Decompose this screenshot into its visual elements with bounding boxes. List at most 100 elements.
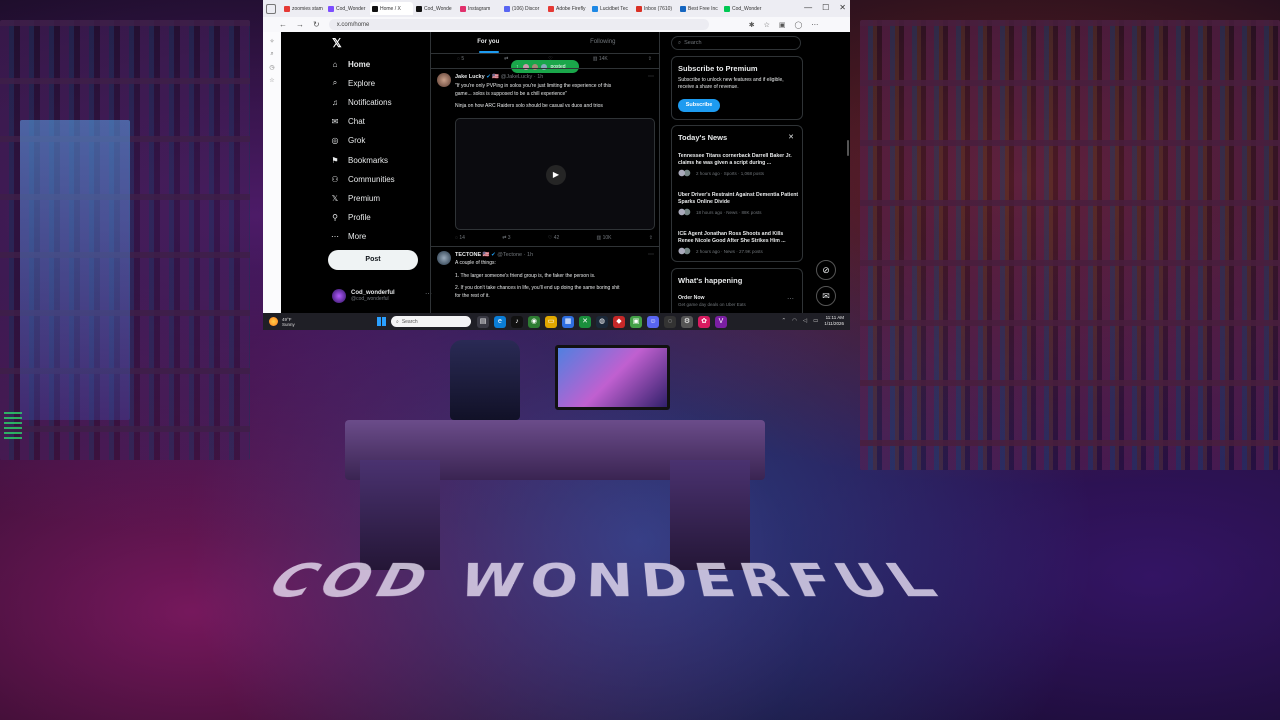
app-purple-icon[interactable]: V [715,315,727,328]
extensions-icon[interactable]: ✱ [749,21,755,29]
reply-button[interactable]: ◌ 5 [457,56,464,62]
favorites-icon[interactable]: ☆ [764,21,770,29]
tweet-author-name[interactable]: Jake Lucky [455,74,485,80]
clock[interactable]: 11:11 AM 1/11/2026 [824,315,844,327]
app-pink-icon[interactable]: ✿ [698,315,710,328]
messages-icon[interactable]: ✉ [816,286,836,306]
share-icon[interactable]: ⇪ [649,235,653,241]
xbox-icon[interactable]: ✕ [579,315,591,328]
share-icon[interactable]: ⇪ [648,56,652,62]
tweet[interactable]: Jake Lucky ✔ 🇺🇸 @JakeLucky · 1h ⋯ "If yo… [431,68,660,248]
nav-item-notifications[interactable]: ♫ Notifications [328,94,392,110]
more-icon[interactable]: ⋯ [648,251,654,258]
discord-icon[interactable]: ☺ [647,315,659,328]
x-logo-icon[interactable]: 𝕏 [332,36,342,50]
like-button[interactable]: ♡ 42 [548,235,559,241]
account-switcher[interactable]: Cod_wonderful @cod_wonderful ⋯ [332,286,432,306]
nav-item-premium[interactable]: 𝕏 Premium [328,190,380,206]
profile-icon[interactable]: ◯ [794,21,802,29]
taskbar-search[interactable]: ⌕ Search [391,316,471,327]
files-icon[interactable]: ▤ [477,315,489,328]
tab-following[interactable]: Following [546,32,661,53]
timeline: For you Following ◌ 5 ⇄ ♡ ▥ 14K ⇪ ↑ post… [430,32,660,313]
repost-button[interactable]: ⇄ [504,56,508,62]
sidebar-copilot-icon[interactable]: ✧ [263,38,281,45]
tweet-time[interactable]: 1h [527,252,533,258]
nav-item-more[interactable]: ⋯ More [328,229,366,245]
nav-item-profile[interactable]: ⚲ Profile [328,210,371,226]
close-icon[interactable]: ✕ [788,133,794,141]
back-icon[interactable]: ← [279,20,287,29]
browser-tab[interactable]: Best Free Inc [678,2,721,15]
battery-icon[interactable]: ▭ [813,318,818,324]
close-icon[interactable]: ✕ [839,3,846,12]
play-icon[interactable]: ▶ [546,165,566,185]
more-icon[interactable]: ⋯ [648,73,654,80]
forward-icon[interactable]: → [296,20,304,29]
browser-tab[interactable]: Home / X [370,2,413,15]
browser-tab[interactable]: Instagram [458,2,501,15]
tab-for-you[interactable]: For you [431,32,546,53]
news-item[interactable]: Uber Driver's Restraint Against Dementia… [678,192,800,216]
tweet[interactable]: TECTONE 🇺🇸 ✔ @Tectone · 1h ⋯ A couple of… [431,246,660,313]
browser-tab[interactable]: Lucidbet Tec [590,2,633,15]
browser-tab[interactable]: Cod_Wonde [414,2,457,15]
scrollbar[interactable] [847,140,849,156]
chevron-up-icon[interactable]: ⌃ [781,318,786,324]
nav-item-home[interactable]: ⌂ Home [328,56,371,72]
browser-tab[interactable]: Cod_Wonder [722,2,765,15]
windows-start-icon[interactable] [377,317,386,326]
avatar[interactable] [437,251,451,265]
edge-icon[interactable]: e [494,315,506,328]
browser-tab[interactable]: Cod_Wonder [326,2,369,15]
settings-icon[interactable]: ⚙ [681,315,693,328]
news-item[interactable]: Tennessee Titans cornerback Darrell Bake… [678,153,800,177]
reply-button[interactable]: ◌ 14 [455,235,465,241]
browser-menu-icon[interactable]: ⋯ [811,21,818,29]
chrome-icon[interactable]: ◉ [528,315,540,328]
views-button[interactable]: ▥ 14K [593,56,608,62]
volume-icon[interactable]: ◁ [803,318,807,324]
tweet-time[interactable]: 1h [537,74,543,80]
app-red-icon[interactable]: ◆ [613,315,625,328]
browser-tab[interactable]: zoomies stam [282,2,325,15]
avatar[interactable] [437,73,451,87]
nav-item-grok[interactable]: ◎ Grok [328,133,366,149]
tab-actions-icon[interactable] [266,3,276,14]
steam-icon[interactable]: ◍ [596,315,608,328]
tweet-author-name[interactable]: TECTONE [455,252,481,258]
nav-item-communities[interactable]: ⚇ Communities [328,171,394,187]
post-button[interactable]: Post [328,250,418,270]
views-button[interactable]: ▥ 10K [597,235,612,241]
folder-icon[interactable]: ▭ [545,315,557,328]
browser-tab[interactable]: Inbox (7610) [634,2,677,15]
browser-tab[interactable]: Adobe Firefly [546,2,589,15]
store-icon[interactable]: ▦ [562,315,574,328]
tiktok-icon[interactable]: ♪ [511,315,523,328]
browser-tab[interactable]: (106) Discor [502,2,545,15]
weather-widget[interactable]: 49°F Sunny [269,317,354,327]
collections-icon[interactable]: ▣ [779,21,786,29]
app-green-icon[interactable]: ▣ [630,315,642,328]
more-icon[interactable]: ⋯ [787,295,794,303]
sidebar-favorites-icon[interactable]: ☆ [263,77,281,84]
grok-icon[interactable]: ⊘ [816,260,836,280]
nav-item-bookmarks[interactable]: ⚑ Bookmarks [328,152,388,168]
desktop-side-widget[interactable] [4,412,22,442]
subscribe-button[interactable]: Subscribe [678,99,720,112]
obs-icon[interactable]: ◌ [664,315,676,328]
tweet-video[interactable]: ▶ [455,118,655,230]
trend-item[interactable]: Order Now Get game day deals on Uber Eat… [678,295,800,307]
wifi-icon[interactable]: ◠ [792,318,797,324]
nav-item-explore[interactable]: ⌕ Explore [328,75,375,91]
sidebar-search-icon[interactable]: ⌕ [263,51,281,58]
url-field[interactable]: x.com/home [328,19,709,30]
news-item[interactable]: ICE Agent Jonathan Ross Shoots and Kills… [678,231,800,255]
reload-icon[interactable]: ↻ [313,20,320,29]
maximize-icon[interactable]: ☐ [822,3,829,12]
minimize-icon[interactable]: — [804,3,812,12]
nav-item-chat[interactable]: ✉ Chat [328,114,365,130]
search-input[interactable]: ⌕ Search [671,36,801,50]
sidebar-history-icon[interactable]: ◷ [263,64,281,71]
repost-button[interactable]: ⇄ 3 [502,235,510,241]
